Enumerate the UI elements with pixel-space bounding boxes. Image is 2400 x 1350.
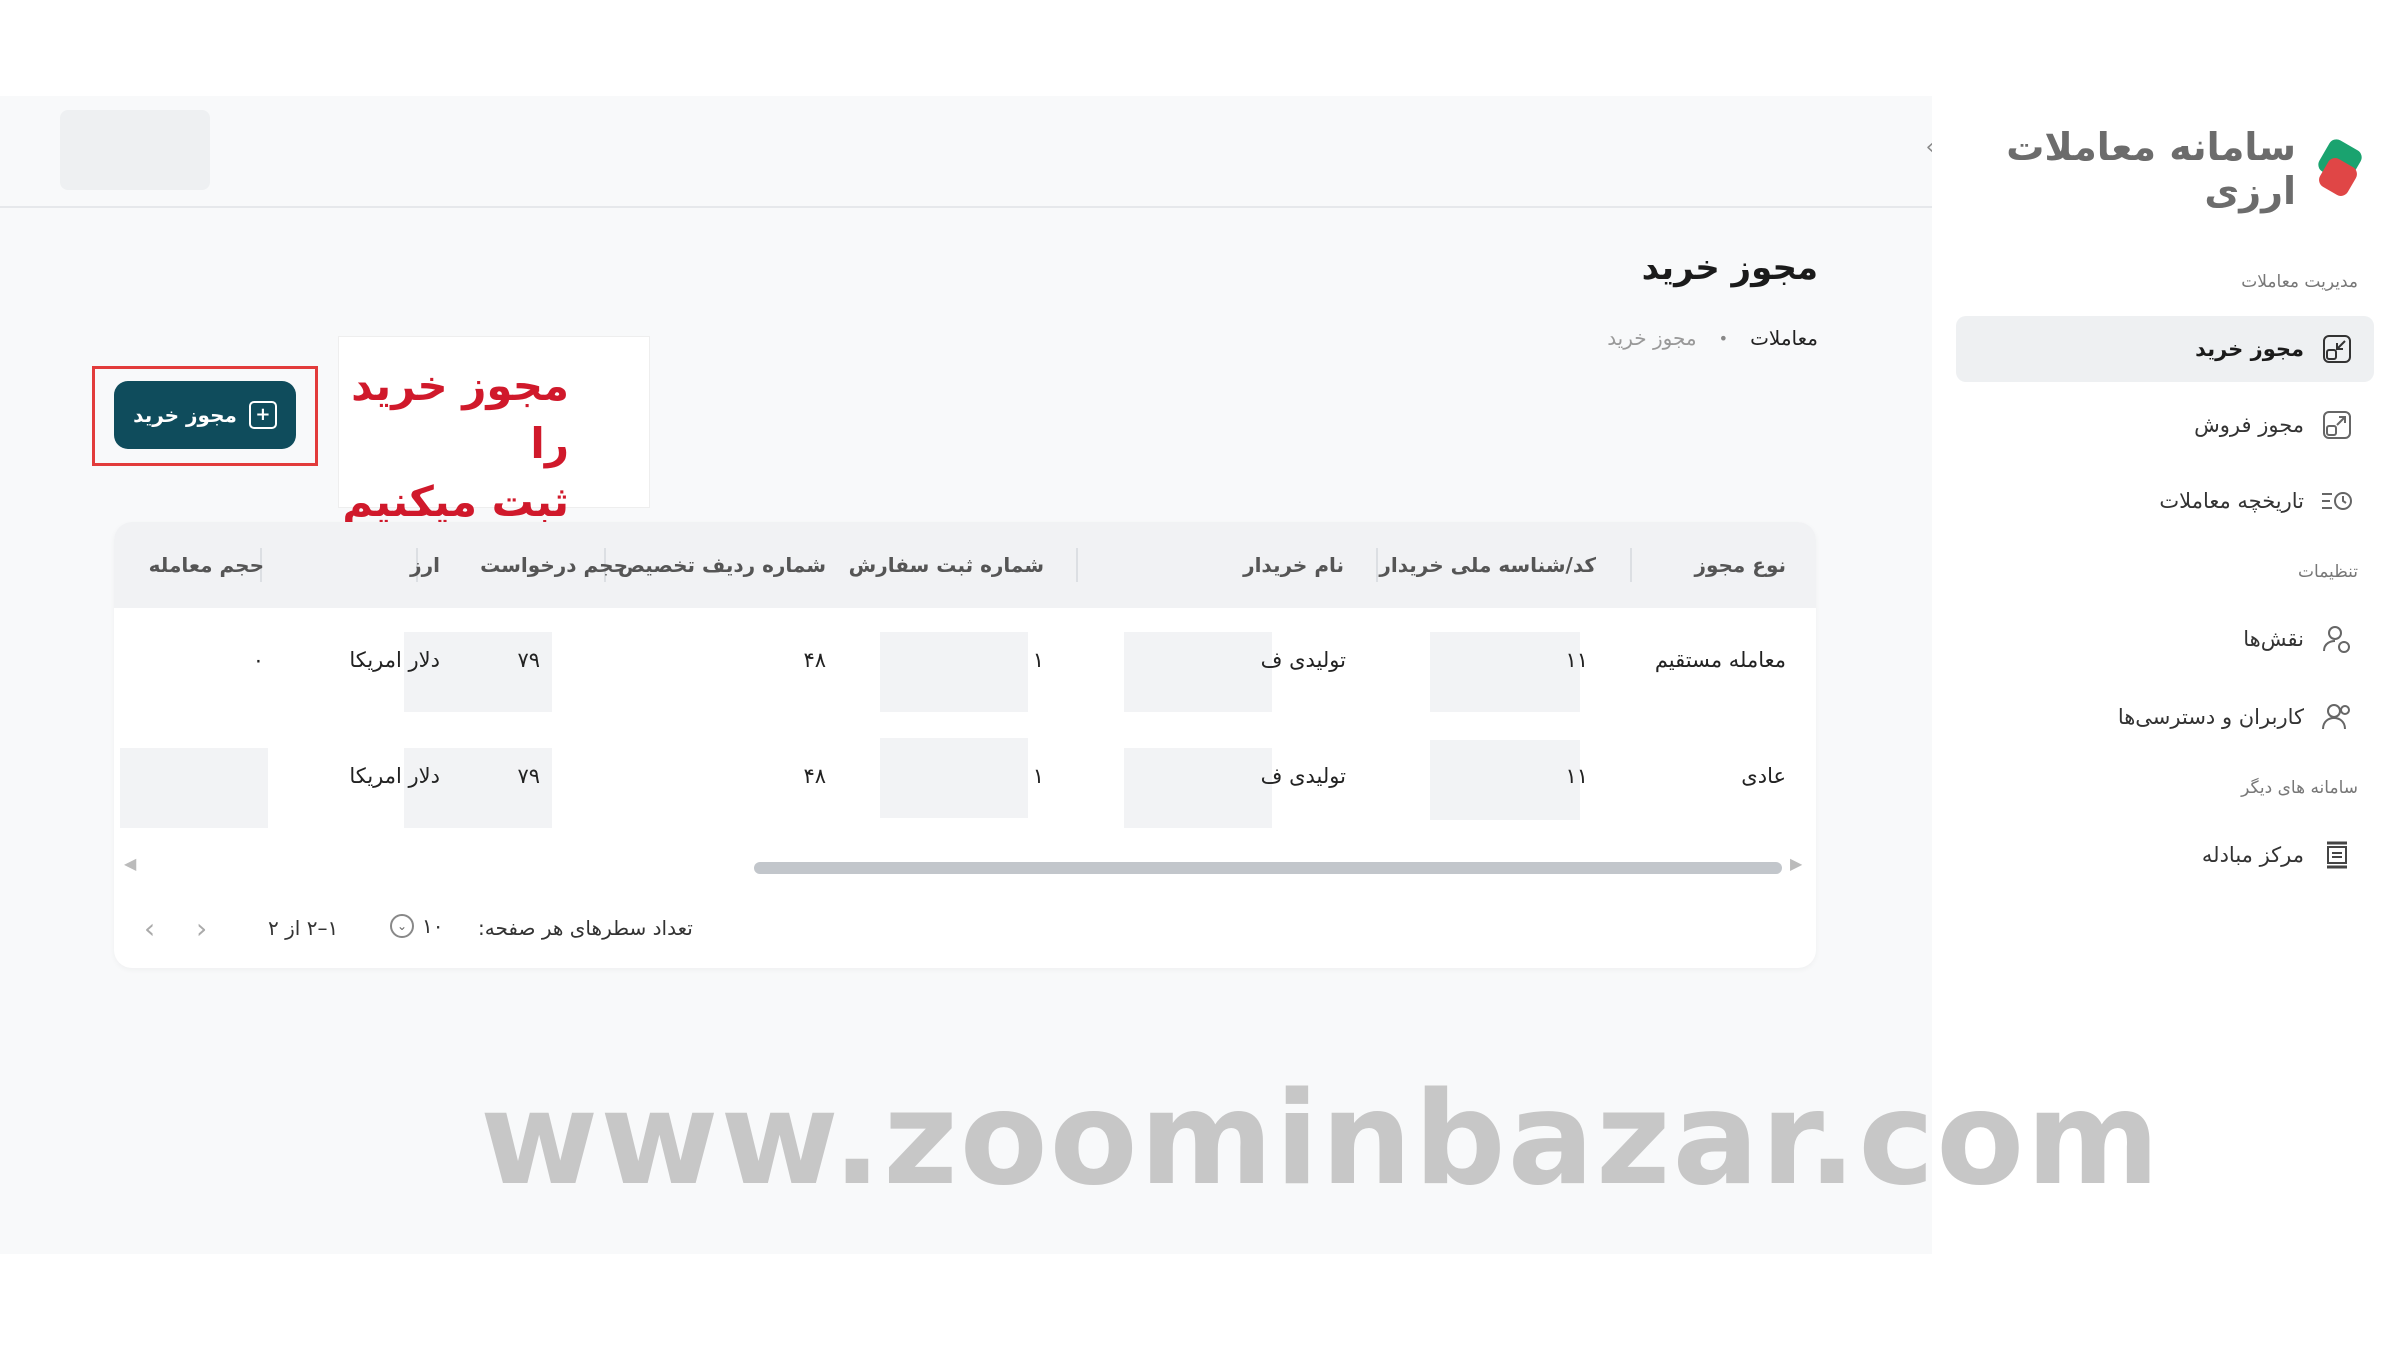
- redacted-cell: [120, 748, 268, 828]
- column-header-currency[interactable]: ارز: [410, 522, 440, 608]
- pagination: ‹ › ۱–۲ از ۲ ⌄ ۱۰ تعداد سطرهای هر صفحه:: [114, 892, 1816, 968]
- cell-buyer-name: تولیدی ف: [1260, 648, 1346, 672]
- column-header-order-number[interactable]: شماره ثبت سفارش: [849, 522, 1044, 608]
- redacted-cell: [404, 748, 552, 828]
- add-buy-permit-label: مجوز خرید: [133, 403, 237, 427]
- cell-order-number: ۱: [1032, 648, 1044, 672]
- top-bar: [0, 96, 1932, 208]
- redacted-cell: [404, 632, 552, 712]
- sidebar-item-buy-permit[interactable]: مجوز خرید: [1956, 316, 2374, 382]
- prev-page-icon[interactable]: ‹: [144, 912, 155, 945]
- sidebar-item-label: کاربران و دسترسی‌ها: [2117, 705, 2304, 729]
- cell-buyer-id: ۱۱: [1565, 648, 1588, 672]
- column-header-buyer-name[interactable]: نام خریدار: [1243, 522, 1344, 608]
- chevron-down-icon: ⌄: [390, 914, 414, 938]
- add-buy-permit-button[interactable]: + مجوز خرید: [114, 381, 296, 449]
- column-header-buyer-id[interactable]: کد/شناسه ملی خریدار: [1379, 522, 1596, 608]
- breadcrumb-item-current: مجوز خرید: [1607, 326, 1697, 350]
- rows-per-page-select[interactable]: ⌄ ۱۰: [390, 914, 443, 938]
- page-range: ۱–۲ از ۲: [268, 916, 339, 940]
- cell-permit-type: عادی: [1741, 764, 1786, 788]
- sidebar-item-sell-permit[interactable]: مجوز فروش: [1956, 392, 2374, 458]
- role-icon: [2320, 622, 2354, 656]
- sidebar-item-label: مجوز خرید: [2195, 337, 2304, 361]
- app-frame: مجوز خرید معاملات • مجوز خرید مجوز خرید …: [0, 96, 2400, 1254]
- column-divider: [1376, 548, 1378, 582]
- sidebar-item-label: مرکز مبادله: [2201, 843, 2304, 867]
- sidebar-item-label: نقش‌ها: [2243, 627, 2304, 651]
- column-divider: [1630, 548, 1632, 582]
- redacted-topbar-area: [60, 110, 210, 190]
- column-divider: [1076, 548, 1078, 582]
- breadcrumb-item-trades[interactable]: معاملات: [1750, 326, 1818, 350]
- table-row[interactable]: معامله مستقیم ۱۱ تولیدی ف ۱ ۴۸ ۷۹ دلار ا…: [114, 608, 1816, 724]
- redacted-cell: [1124, 748, 1272, 828]
- cell-currency: دلار امریکا: [349, 648, 440, 672]
- logo-mark-icon: [2310, 136, 2365, 199]
- sell-permit-icon: [2320, 408, 2354, 442]
- section-title-trades: مدیریت معاملات: [2241, 272, 2358, 292]
- plus-icon: +: [248, 401, 277, 429]
- breadcrumb-separator: •: [1718, 328, 1729, 348]
- logo-text: سامانه معاملات ارزی: [2006, 125, 2297, 213]
- column-header-trade-volume[interactable]: حجم معامله: [149, 522, 264, 608]
- section-title-other: سامانه های دیگر: [2241, 778, 2358, 798]
- annotation-box: مجوز خرید را ثبت میکنیم: [338, 336, 650, 526]
- rows-per-page-label: تعداد سطرهای هر صفحه:: [478, 916, 693, 940]
- cell-trade-volume: ۰: [252, 648, 264, 672]
- users-icon: [2320, 700, 2354, 734]
- sidebar-item-label: تاریخچه معاملات: [2159, 489, 2304, 513]
- redacted-cell: [1124, 632, 1272, 712]
- next-page-icon[interactable]: ›: [196, 912, 207, 945]
- cell-request-volume: ۷۹: [517, 764, 540, 788]
- annotation-text: مجوز خرید را ثبت میکنیم: [342, 361, 569, 526]
- cell-buyer-id: ۱۱: [1565, 764, 1588, 788]
- cell-currency: دلار امریکا: [349, 764, 440, 788]
- section-title-settings: تنظیمات: [2298, 562, 2358, 582]
- redacted-cell: [880, 632, 1028, 712]
- redacted-cell: [880, 738, 1028, 818]
- scroll-left-icon[interactable]: ◀: [124, 854, 136, 873]
- horizontal-scrollbar[interactable]: [754, 862, 1782, 874]
- table-header: نوع مجوز کد/شناسه ملی خریدار نام خریدار …: [114, 522, 1816, 608]
- redacted-cell: [1430, 740, 1580, 820]
- scroll-right-icon[interactable]: ▶: [1790, 854, 1802, 873]
- column-header-permit-type[interactable]: نوع مجوز: [1694, 522, 1786, 608]
- history-icon: [2320, 484, 2354, 518]
- sidebar-item-label: مجوز فروش: [2194, 413, 2304, 437]
- cell-request-volume: ۷۹: [517, 648, 540, 672]
- cell-buyer-name: تولیدی ف: [1260, 764, 1346, 788]
- cell-permit-type: معامله مستقیم: [1654, 648, 1786, 672]
- column-header-request-volume[interactable]: حجم درخواست: [480, 522, 628, 608]
- sidebar-item-history[interactable]: تاریخچه معاملات: [1956, 468, 2374, 534]
- sidebar-item-users[interactable]: کاربران و دسترسی‌ها: [1956, 684, 2374, 750]
- cell-allocation-row: ۴۸: [803, 648, 826, 672]
- buy-permit-icon: [2320, 332, 2354, 366]
- rows-per-page-value: ۱۰: [422, 914, 444, 938]
- sidebar-item-roles[interactable]: نقش‌ها: [1956, 606, 2374, 672]
- permits-table: نوع مجوز کد/شناسه ملی خریدار نام خریدار …: [114, 522, 1816, 968]
- exchange-icon: [2320, 838, 2354, 872]
- logo: سامانه معاملات ارزی: [1932, 125, 2365, 213]
- cell-order-number: ۱: [1032, 764, 1044, 788]
- watermark: www.zoominbazar.com: [480, 1065, 2162, 1214]
- breadcrumb: معاملات • مجوز خرید: [1607, 326, 1818, 350]
- sidebar-item-exchange[interactable]: مرکز مبادله: [1956, 822, 2374, 888]
- cell-allocation-row: ۴۸: [803, 764, 826, 788]
- redacted-cell: [1430, 632, 1580, 712]
- table-row[interactable]: عادی ۱۱ تولیدی ف ۱ ۴۸ ۷۹ دلار امریکا: [114, 724, 1816, 840]
- page-title: مجوز خرید: [1641, 248, 1818, 288]
- column-header-allocation-row[interactable]: شماره ردیف تخصیص: [618, 522, 826, 608]
